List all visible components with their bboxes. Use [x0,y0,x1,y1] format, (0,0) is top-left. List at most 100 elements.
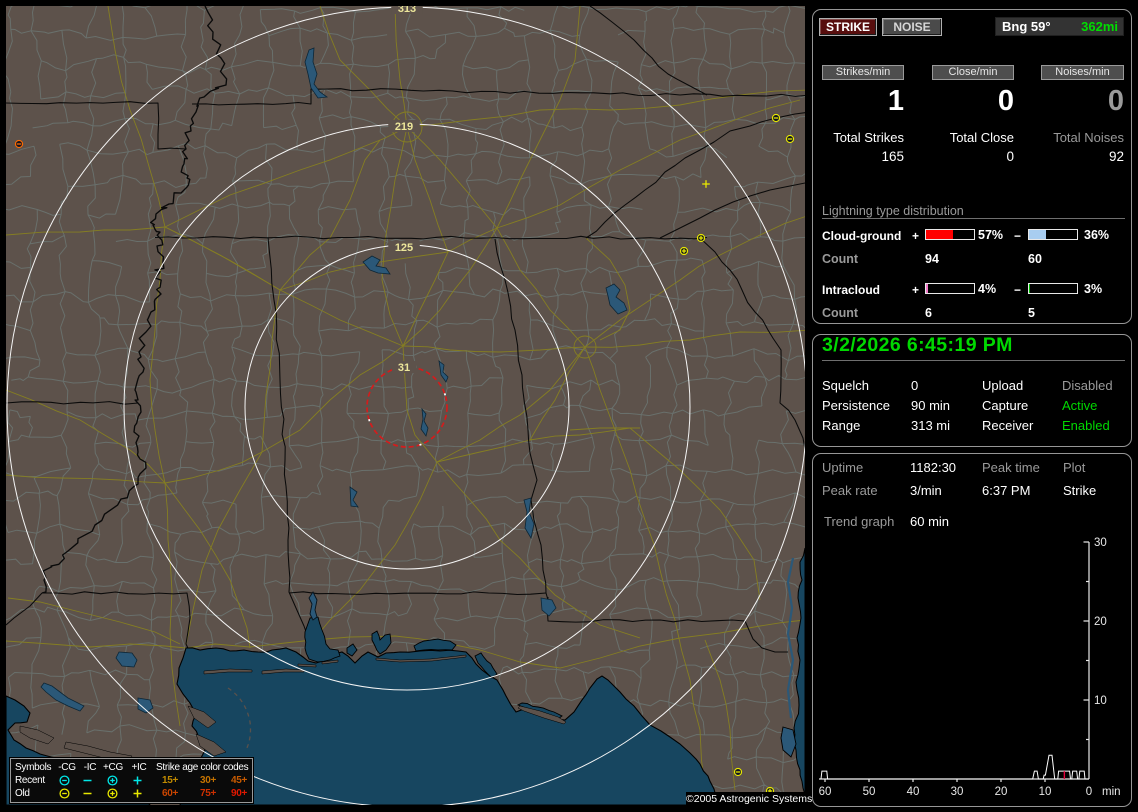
strike-cg- [14,139,24,149]
dist-pct-neg: 36% [1084,228,1110,242]
ring-label: 125 [395,242,413,254]
status-key: Range [822,418,861,433]
noise-button[interactable]: NOISE [882,18,942,36]
rate-chip-close[interactable]: Close/min [932,65,1014,80]
x-tick-label: 20 [995,786,1008,798]
rate-chip-noises[interactable]: Noises/min [1041,65,1124,80]
minus-sign: − [1014,283,1022,297]
distribution-title: Lightning type distribution [822,204,964,218]
strike-cg+ [696,233,706,243]
legend-age-title: Strike age color codes [156,762,249,773]
y-tick-label: 30 [1094,537,1107,549]
strike-cg- [785,134,795,144]
rate-chip-strikes[interactable]: Strikes/min [822,65,904,80]
legend-row-label: Old [15,788,30,799]
bearing-value: 362mi [1081,19,1118,34]
strike-cg+ [679,246,689,256]
trend-line [820,754,1089,780]
status-value: Disabled [1062,378,1113,393]
total-value: 0 [1006,149,1014,164]
minus-sign: − [1014,229,1022,243]
lightning-map[interactable]: 313 219 125 31 Symbols -CG -IC +CG +IC Strike ag… [0,0,813,812]
x-tick-label: 30 [951,786,964,798]
x-axis-unit: min [1102,786,1121,798]
count-pos: 94 [925,252,939,266]
status-key: Persistence [822,398,890,413]
plus-sign: + [912,229,920,243]
distribution-divider [822,218,1125,219]
bearing-label: Bng 59° [1002,19,1051,34]
bearing-display: Bng 59° 362mi [995,17,1124,36]
legend-age-15+: 15+ [161,775,179,786]
rate-value: 0 [997,85,1014,117]
strike-stats-panel: STRIKE NOISE Bng 59° 362mi Strikes/min 1 T… [812,9,1132,324]
x-tick-label: 60 [819,786,832,798]
legend-age-90+: 90+ [230,788,248,799]
total-label: Total Noises [1053,130,1124,145]
dist-bar-pos [925,283,975,294]
status-value: 0 [911,378,919,393]
count-neg: 60 [1028,252,1042,266]
rate-value: 1 [887,85,904,117]
legend-age-30+: 30+ [199,775,217,786]
legend-cg-pos-label: +CG [103,762,123,773]
legend-symbol-ic+ [133,789,142,798]
bar-fill-neg [1029,284,1030,293]
bar-fill-neg [1029,230,1046,239]
total-label: Total Strikes [833,130,904,145]
total-value: 92 [1108,149,1124,164]
legend-ic-neg-label: -IC [83,762,97,773]
total-label: Total Close [949,130,1014,145]
legend-symbol-cg+ [107,788,118,799]
bar-fill-pos [926,284,928,293]
ring-label: 313 [398,3,416,15]
status-panel: 3/2/2026 6:45:19 PM Squelch 0 Upload Disabl… [812,334,1132,447]
x-tick-label: 10 [1039,786,1052,798]
status-value: Enabled [1062,418,1110,433]
bar-fill-pos [926,230,953,239]
copyright-text: ©2005 Astrogenic Systems [686,792,813,806]
map-canvas-shape: 313 219 125 31 [6,3,805,805]
dist-bar-neg [1028,229,1078,240]
status-key: Receiver [982,418,1034,433]
legend-row-label: Recent [15,775,45,786]
dist-row-label: Intracloud [822,283,881,297]
dist-row-label: Cloud-ground [822,229,902,243]
status-key: Capture [982,398,1029,413]
legend-symbol-cg- [59,788,70,799]
ring-label: 31 [398,362,410,374]
datetime-text: 3/2/2026 6:45:19 PM [822,334,1013,356]
legend-age-60+: 60+ [161,788,179,799]
strike-button[interactable]: STRIKE [819,18,877,36]
count-pos: 6 [925,306,932,320]
status-value: 90 min [911,398,951,413]
count-label: Count [822,306,859,320]
status-value: Active [1062,398,1098,413]
count-label: Count [822,252,859,266]
strike-cg- [733,767,743,777]
strike-cg- [771,113,781,123]
map-canvas: 313 219 125 31 [6,3,805,805]
legend-cg-neg-label: -CG [58,762,76,773]
total-value: 165 [881,149,904,164]
x-tick-label: 0 [1086,786,1092,798]
legend-symbols-label: Symbols [15,762,52,773]
x-tick-label: 40 [907,786,920,798]
ring-label: 219 [395,121,413,133]
dist-bar-pos [925,229,975,240]
count-neg: 5 [1028,306,1035,320]
map-legend: Symbols -CG -IC +CG +IC Strike age color code… [9,757,254,804]
dist-bar-neg [1028,283,1078,294]
divider [822,360,1125,361]
legend-age-75+: 75+ [199,788,217,799]
legend-age-45+: 45+ [230,775,248,786]
legend-symbol-cg- [59,775,70,786]
legend-ic-pos-label: +IC [131,762,147,773]
status-value: 313 mi [911,418,951,433]
dist-pct-pos: 57% [978,228,1004,242]
trend-graph-shape [819,541,1090,782]
legend-symbol-ic- [83,779,92,782]
dist-pct-pos: 4% [978,282,997,296]
plus-sign: + [912,283,920,297]
x-tick-label: 50 [863,786,876,798]
